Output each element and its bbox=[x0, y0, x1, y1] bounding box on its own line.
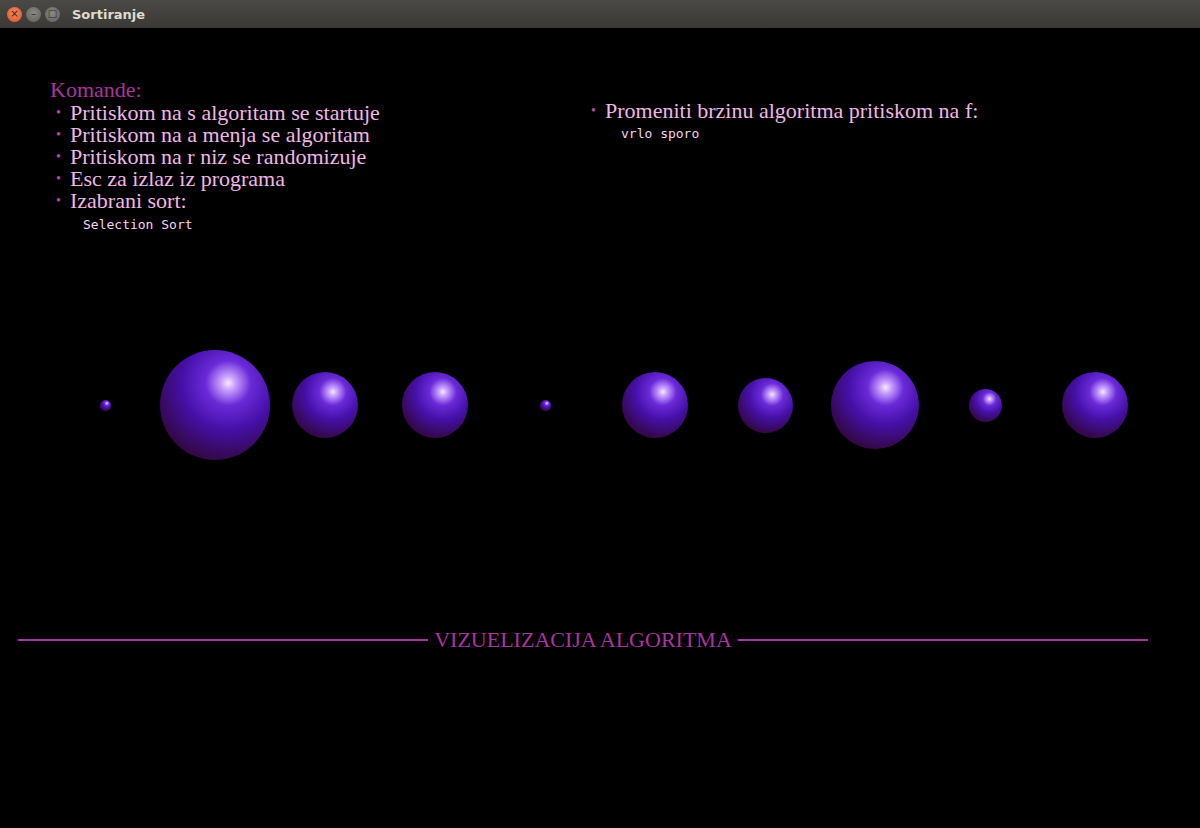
canvas: Komande:•Pritiskom na s algoritam se sta… bbox=[0, 28, 1200, 652]
bullet-icon: • bbox=[56, 102, 70, 124]
footer-title: VIZUELIZACIJA ALGORITMA bbox=[434, 627, 732, 653]
footer: VIZUELIZACIJA ALGORITMA bbox=[0, 628, 1200, 652]
sphere bbox=[969, 389, 1002, 422]
command-item: •Pritiskom na r niz se randomizuje bbox=[50, 146, 585, 168]
bullet-icon: • bbox=[591, 100, 605, 122]
sphere bbox=[622, 372, 688, 438]
close-button[interactable]: × bbox=[7, 7, 22, 22]
speed-label: •Promeniti brzinu algoritma pritiskom na… bbox=[585, 100, 978, 122]
command-item: •Pritiskom na s algoritam se startuje bbox=[50, 102, 585, 124]
commands-panel: Komande:•Pritiskom na s algoritam se sta… bbox=[0, 28, 1200, 258]
minimize-button[interactable]: – bbox=[26, 7, 41, 22]
sphere bbox=[540, 400, 551, 411]
sphere-chart bbox=[0, 345, 1200, 465]
command-item: •Izabrani sort: bbox=[50, 190, 585, 212]
commands-heading: Komande: bbox=[50, 78, 585, 102]
speed-value: vrlo sporo bbox=[585, 126, 978, 141]
divider-line bbox=[738, 639, 1148, 641]
selected-sort: Selection Sort bbox=[50, 217, 585, 232]
bullet-icon: • bbox=[56, 146, 70, 168]
sphere bbox=[738, 378, 793, 433]
divider-line bbox=[18, 639, 428, 641]
bullet-icon: • bbox=[56, 190, 70, 212]
sphere bbox=[1062, 372, 1128, 438]
window-title: Sortiranje bbox=[72, 7, 145, 22]
sphere bbox=[831, 361, 919, 449]
sphere bbox=[100, 400, 111, 411]
bullet-icon: • bbox=[56, 168, 70, 190]
window: ×–□ Sortiranje Komande:•Pritiskom na s alg… bbox=[0, 0, 1200, 828]
command-item: •Esc za izlaz iz programa bbox=[50, 168, 585, 190]
command-item: •Pritiskom na a menja se algoritam bbox=[50, 124, 585, 146]
sphere bbox=[292, 372, 358, 438]
maximize-button[interactable]: □ bbox=[45, 7, 60, 22]
sphere bbox=[402, 372, 468, 438]
title-bar: ×–□ Sortiranje bbox=[0, 0, 1200, 28]
sphere bbox=[160, 350, 270, 460]
bullet-icon: • bbox=[56, 124, 70, 146]
